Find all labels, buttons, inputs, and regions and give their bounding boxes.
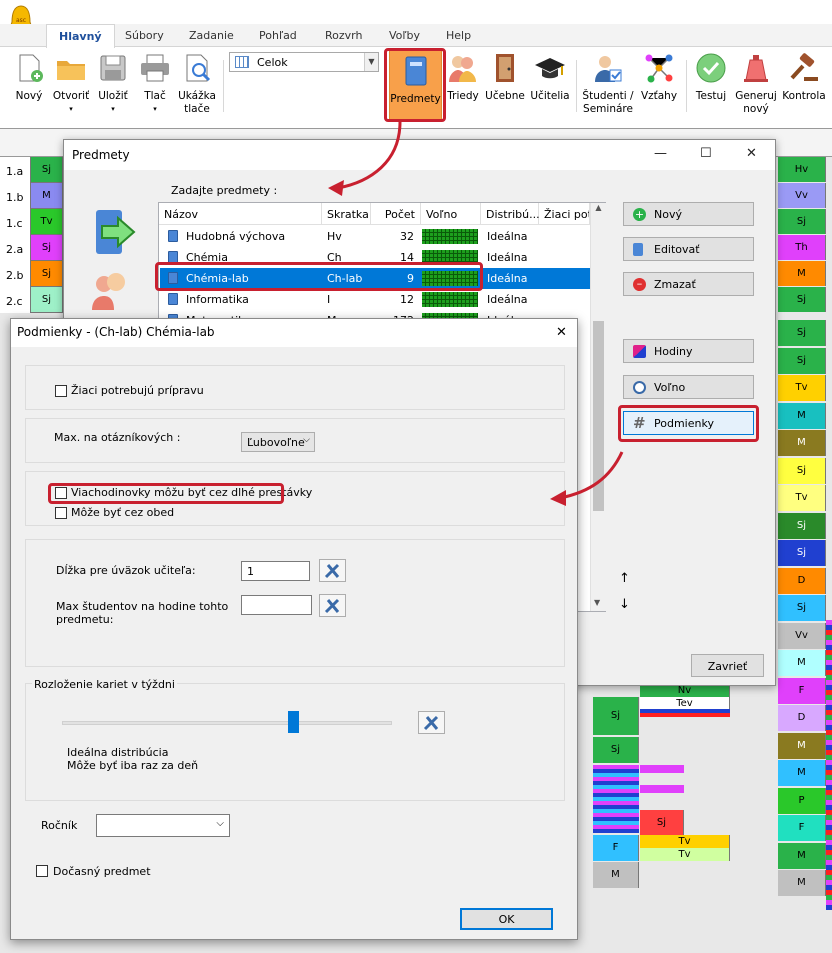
annotation-arrow — [337, 121, 402, 190]
annotation-arrow-head — [550, 490, 566, 506]
annotation-arrows — [328, 121, 624, 506]
annotation-arrow-head — [328, 180, 344, 196]
annotation-arrow — [559, 451, 624, 500]
